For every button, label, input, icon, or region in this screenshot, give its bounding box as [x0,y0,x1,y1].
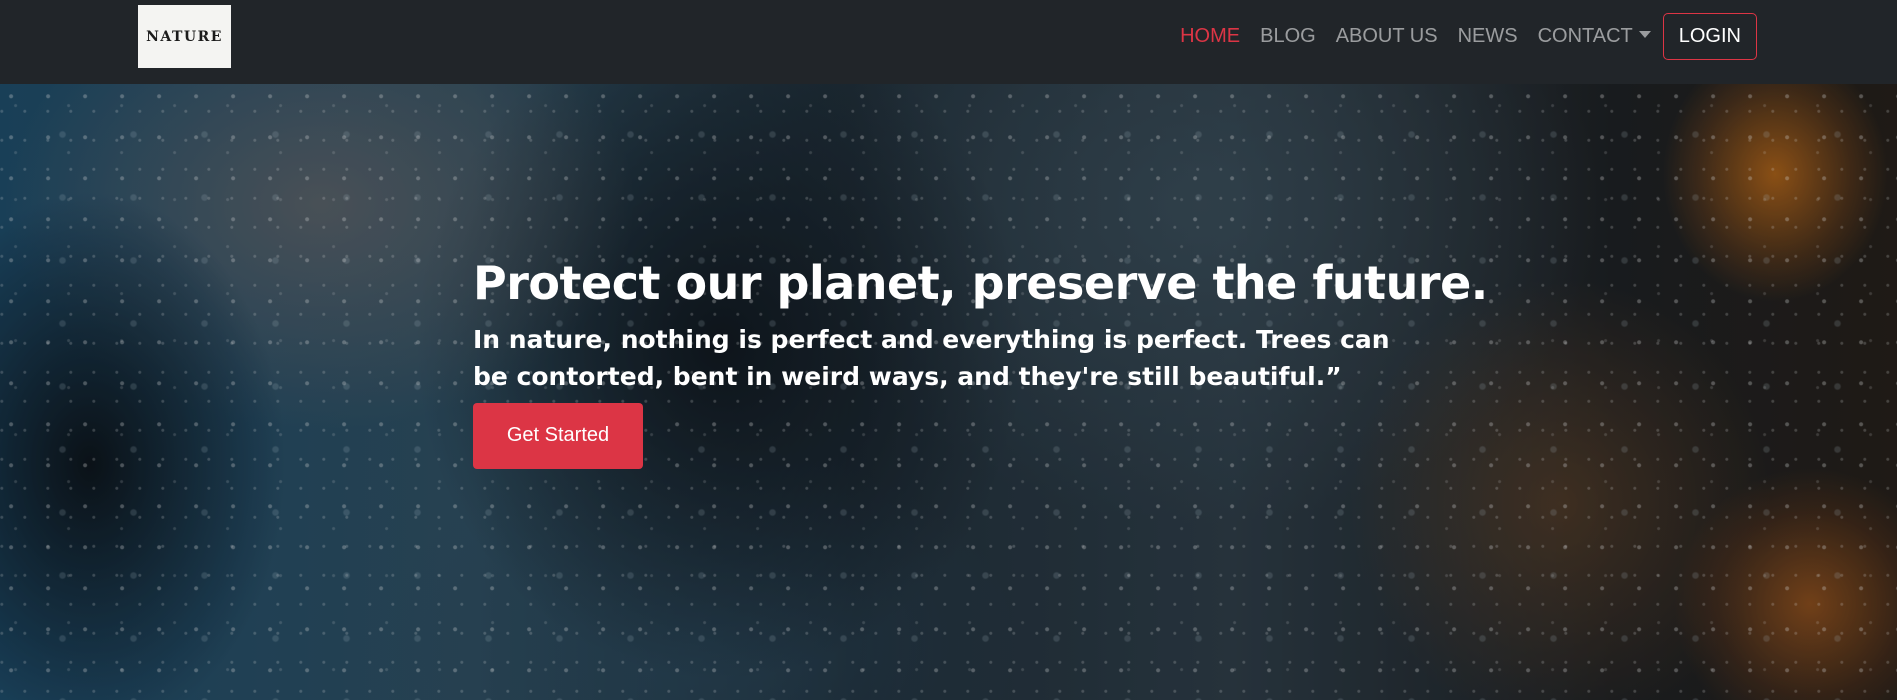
nav-link-home[interactable]: HOME [1180,25,1240,48]
hero-content: Protect our planet, preserve the future.… [473,256,1488,469]
site-logo[interactable]: NATURE [138,5,231,68]
caret-down-icon [1638,31,1651,38]
nav-link-contact-label: CONTACT [1537,25,1633,47]
navbar: NATURE HOME BLOG ABOUT US NEWS CONTACT L… [0,0,1897,84]
nav-link-news[interactable]: NEWS [1458,25,1518,48]
get-started-button[interactable]: Get Started [473,402,643,469]
nav-links: HOME BLOG ABOUT US NEWS CONTACT LOGIN [1180,13,1757,60]
logo-text: NATURE [146,28,223,45]
nav-link-blog[interactable]: BLOG [1260,25,1316,48]
login-button[interactable]: LOGIN [1662,13,1757,60]
nav-link-about-us[interactable]: ABOUT US [1336,25,1438,48]
hero-title: Protect our planet, preserve the future. [473,256,1488,310]
hero-subtitle: In nature, nothing is perfect and everyt… [473,325,1390,391]
nav-link-contact-dropdown[interactable]: CONTACT [1538,25,1651,48]
